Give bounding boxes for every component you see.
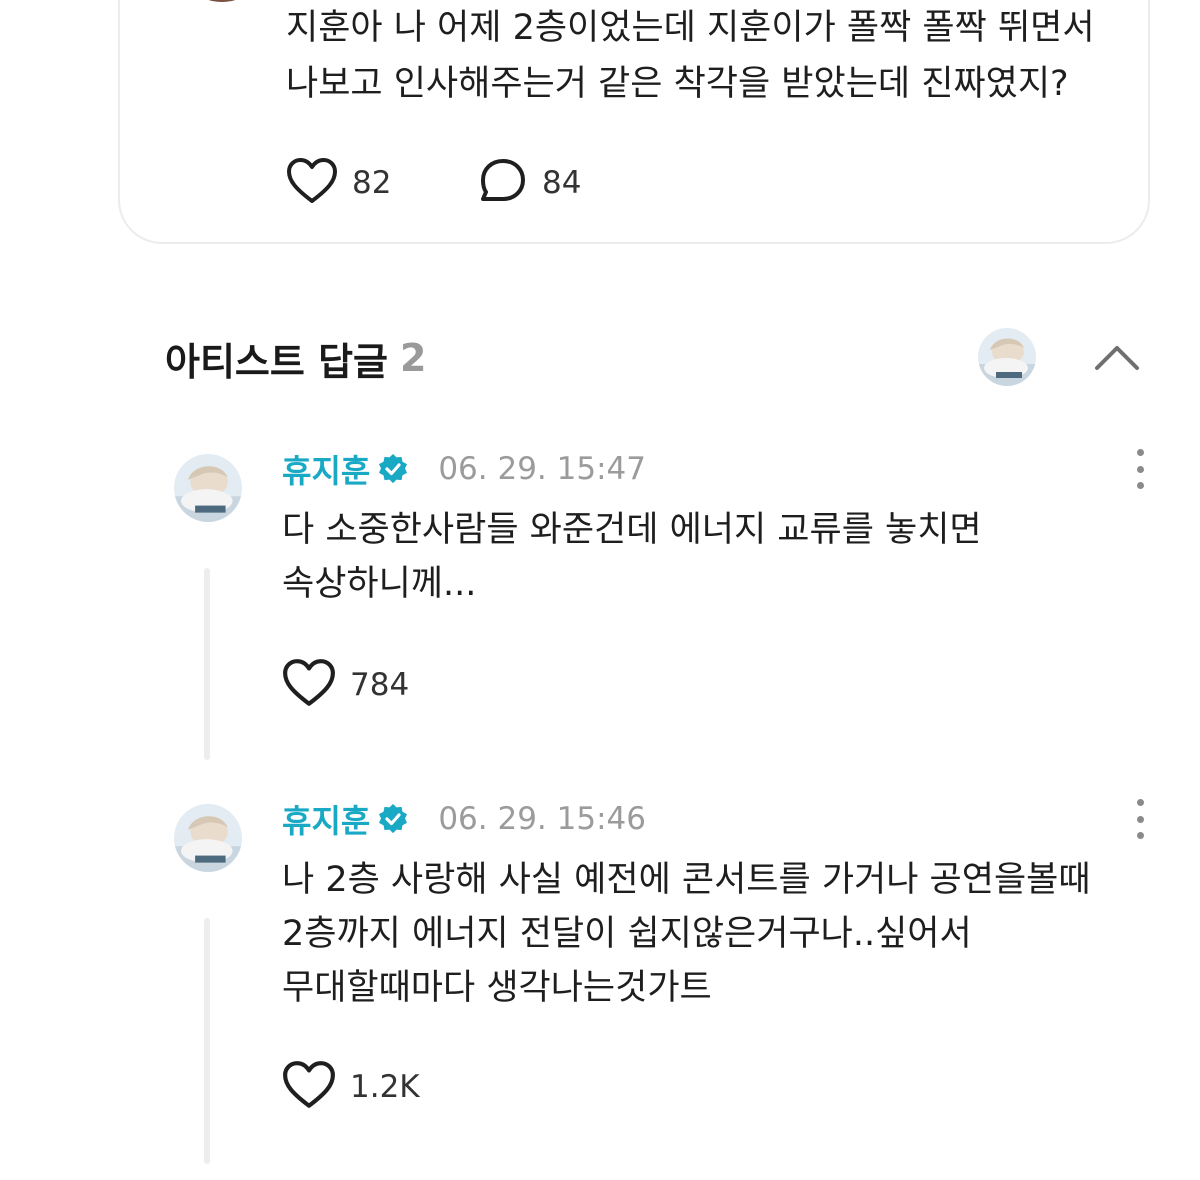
reply-body-line: 속상하니께... — [282, 564, 477, 604]
reply-author-name[interactable]: 휴지훈 — [282, 446, 370, 492]
post-comment-button[interactable]: 84 — [478, 158, 581, 208]
thread-line — [204, 568, 210, 760]
reply-author-avatar[interactable] — [174, 804, 242, 872]
reply-author-avatar[interactable] — [174, 454, 242, 522]
chevron-up-icon — [1092, 346, 1142, 380]
reply-body-line: 무대할때마다 생각나는것가트 — [282, 968, 712, 1008]
heart-outline-icon — [286, 157, 338, 209]
post-like-button[interactable]: 82 — [286, 158, 391, 208]
reply-body-line: 나 2층 사랑해 사실 예전에 콘서트를 가거나 공연을볼때 — [282, 860, 1091, 900]
post-body: 지훈아 나 어제 2층이었는데 지훈이가 폴짝 폴짝 뛰면서 나보고 인사해주는… — [286, 0, 1186, 112]
post-comment-count: 84 — [542, 165, 582, 201]
artist-avatar[interactable] — [978, 328, 1036, 386]
reply-body: 다 소중한사람들 와준건데 에너지 교류를 놓치면 속상하니께... — [282, 503, 1162, 611]
reply-meta: 휴지훈 06. 29. 15:46 — [282, 797, 646, 841]
artist-replies-header: 아티스트 답글 2 — [165, 330, 426, 386]
reply-date: 06. 29. 15:47 — [438, 451, 646, 487]
reply-body: 나 2층 사랑해 사실 예전에 콘서트를 가거나 공연을볼때 2층까지 에너지 … — [282, 853, 1162, 1015]
fan-post-card: 지훈아 나 어제 2층이었는데 지훈이가 폴짝 폴짝 뛰면서 나보고 인사해주는… — [118, 0, 1150, 244]
collapse-replies-button[interactable] — [1092, 336, 1142, 376]
reply-author-name[interactable]: 휴지훈 — [282, 796, 370, 842]
thread-line — [204, 918, 210, 1164]
post-body-line: 지훈아 나 어제 2층이었는데 지훈이가 폴짝 폴짝 뛰면서 — [286, 8, 1095, 48]
artist-replies-count: 2 — [400, 336, 427, 380]
vertical-dots-icon — [1136, 799, 1144, 806]
post-like-count: 82 — [352, 165, 392, 201]
verified-check-icon — [378, 454, 408, 484]
heart-outline-icon — [282, 658, 336, 712]
post-body-line: 나보고 인사해주는거 같은 착각을 받았는데 진짜였지? — [286, 64, 1069, 104]
reply-like-count: 784 — [350, 667, 410, 703]
artist-replies-title: 아티스트 답글 — [165, 339, 388, 384]
verified-check-icon — [378, 804, 408, 834]
heart-outline-icon — [282, 1060, 336, 1114]
reply-body-line: 다 소중한사람들 와준건데 에너지 교류를 놓치면 — [282, 510, 982, 550]
reply-more-button[interactable] — [1128, 799, 1152, 839]
reply-more-button[interactable] — [1128, 449, 1152, 489]
post-author-avatar[interactable] — [176, 0, 268, 2]
reply-like-button[interactable]: 784 — [282, 659, 409, 711]
reply-date: 06. 29. 15:46 — [438, 801, 646, 837]
vertical-dots-icon — [1136, 449, 1144, 456]
reply-body-line: 2층까지 에너지 전달이 쉽지않은거구나..싶어서 — [282, 914, 972, 954]
reply-meta: 휴지훈 06. 29. 15:47 — [282, 447, 646, 491]
reply-like-count: 1.2K — [350, 1069, 420, 1105]
speech-bubble-icon — [478, 157, 528, 209]
reply-like-button[interactable]: 1.2K — [282, 1061, 420, 1113]
